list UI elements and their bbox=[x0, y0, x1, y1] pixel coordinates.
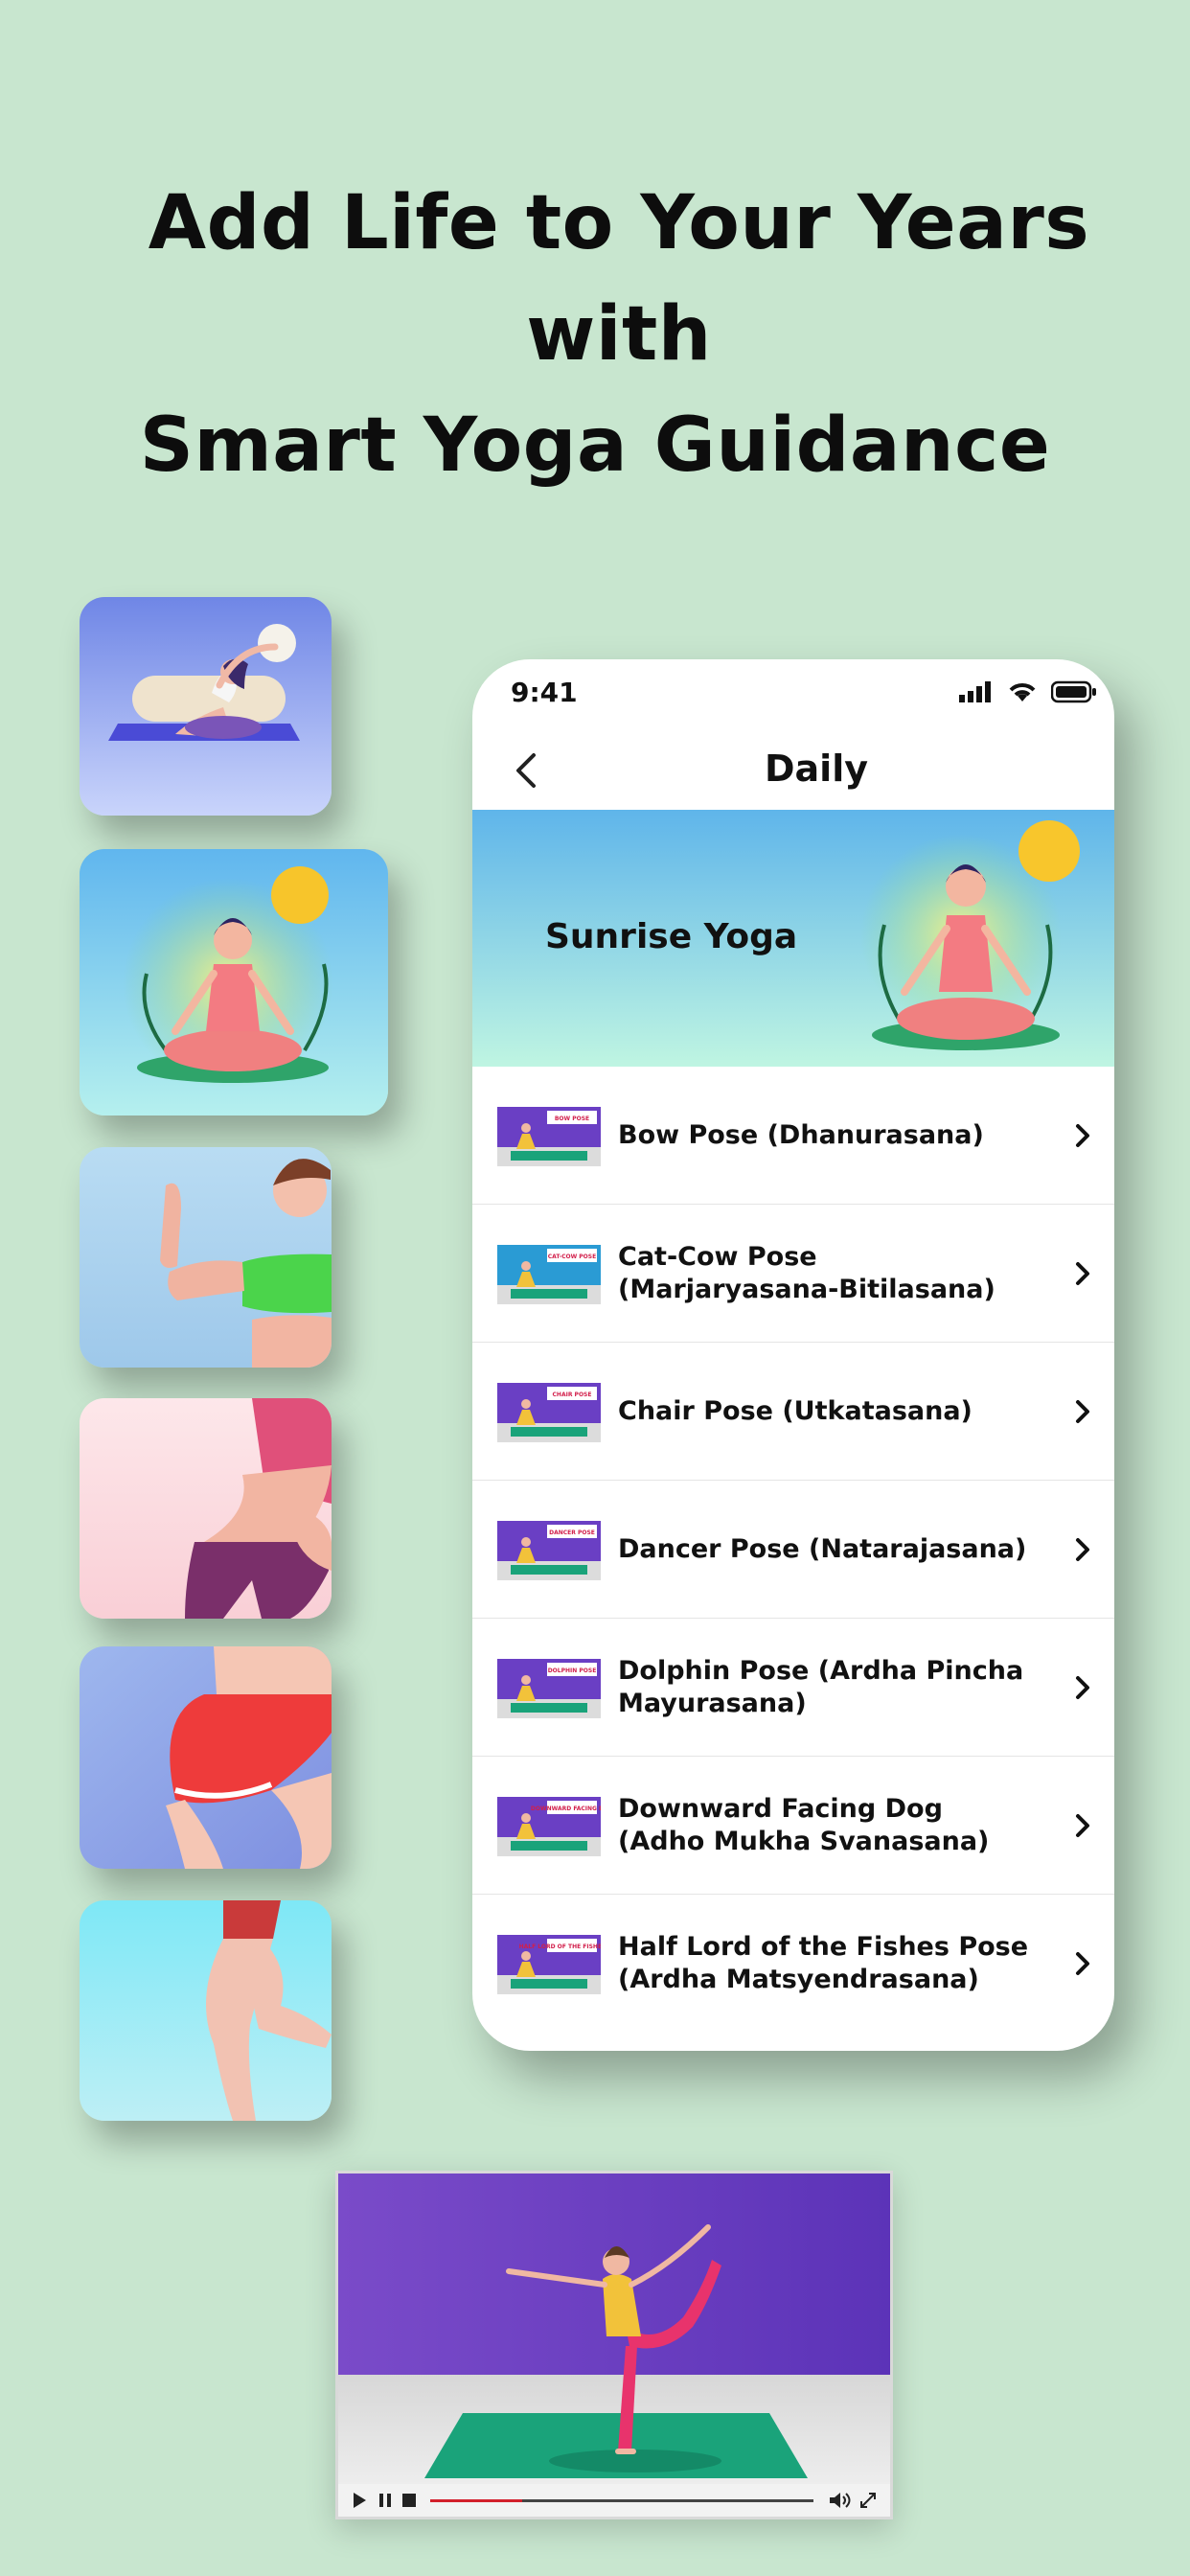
stop-icon[interactable] bbox=[401, 2492, 417, 2509]
status-icons bbox=[959, 680, 1097, 703]
pose-thumbnail: BOW POSE bbox=[497, 1107, 601, 1166]
thumb-leg-workout[interactable] bbox=[80, 1900, 332, 2121]
battery-icon bbox=[1051, 680, 1096, 703]
list-item[interactable]: HALF LORD OF THE FISHES POSE Half Lord of… bbox=[472, 1895, 1114, 2032]
headline-line-2: Smart Yoga Guidance bbox=[139, 402, 1051, 489]
list-item[interactable]: DOWNWARD FACING DOG Downward Facing Dog (… bbox=[472, 1757, 1114, 1895]
pose-thumbnail-caption: DANCER POSE bbox=[549, 1530, 595, 1536]
video-player[interactable] bbox=[335, 2171, 893, 2519]
chevron-right-icon bbox=[1076, 1537, 1089, 1561]
banner-title: Sunrise Yoga bbox=[545, 917, 798, 956]
chevron-right-icon bbox=[1076, 1675, 1089, 1699]
list-item-label: Cat-Cow Pose (Marjaryasana-Bitilasana) bbox=[618, 1241, 995, 1304]
pose-thumbnail: CHAIR POSE bbox=[497, 1383, 601, 1442]
pose-list: BOW POSE Bow Pose (Dhanurasana) CAT-COW PO… bbox=[472, 1067, 1114, 2032]
pose-thumbnail: DOWNWARD FACING DOG bbox=[497, 1797, 601, 1856]
headline: Add Life to Your Years with Smart Yoga G… bbox=[0, 168, 1190, 501]
pose-thumbnail-caption: DOWNWARD FACING DOG bbox=[531, 1806, 601, 1812]
page-title: Daily bbox=[764, 748, 868, 790]
waist-workout-illustration bbox=[80, 1398, 332, 1619]
headline-line-1: Add Life to Your Years with bbox=[148, 180, 1090, 378]
pose-thumbnail: HALF LORD OF THE FISHES POSE bbox=[497, 1935, 601, 1994]
pose-thumbnail: DANCER POSE bbox=[497, 1521, 601, 1580]
chevron-right-icon bbox=[1076, 1813, 1089, 1837]
chevron-right-icon bbox=[1076, 1951, 1089, 1975]
thumb-glute-workout[interactable] bbox=[80, 1646, 332, 1869]
list-item-label: Downward Facing Dog (Adho Mukha Svanasan… bbox=[618, 1793, 990, 1856]
side-stretch-illustration bbox=[80, 597, 332, 816]
volume-icon[interactable] bbox=[829, 2492, 852, 2509]
list-item-label: Dancer Pose (Natarajasana) bbox=[618, 1533, 1027, 1564]
signal-icon bbox=[959, 681, 991, 702]
status-time: 9:41 bbox=[511, 677, 578, 708]
phone-screen: 9:41 Daily Sunrise Yoga BOW POSE Bow Pos… bbox=[472, 659, 1114, 2051]
pose-thumbnail-caption: BOW POSE bbox=[555, 1116, 589, 1122]
list-item-label: Half Lord of the Fishes Pose (Ardha Mats… bbox=[618, 1931, 1029, 1994]
video-controls bbox=[338, 2484, 890, 2517]
pose-thumbnail-caption: CAT-COW POSE bbox=[548, 1254, 596, 1260]
list-item-label: Chair Pose (Utkatasana) bbox=[618, 1395, 973, 1426]
list-item[interactable]: CAT-COW POSE Cat-Cow Pose (Marjaryasana-B… bbox=[472, 1205, 1114, 1343]
leg-workout-illustration bbox=[80, 1900, 332, 2121]
video-progress-track[interactable] bbox=[430, 2499, 813, 2502]
dancer-pose-video-frame bbox=[338, 2174, 890, 2484]
thumb-side-stretch[interactable] bbox=[80, 597, 332, 816]
chevron-right-icon bbox=[1076, 1399, 1089, 1423]
wifi-icon bbox=[1009, 683, 1036, 702]
pause-icon[interactable] bbox=[378, 2492, 392, 2509]
pose-thumbnail-caption: DOLPHIN POSE bbox=[548, 1668, 597, 1674]
list-item-label: Dolphin Pose (Ardha Pincha Mayurasana) bbox=[618, 1655, 1024, 1718]
video-progress-fill bbox=[430, 2499, 522, 2502]
pose-thumbnail-caption: CHAIR POSE bbox=[553, 1392, 592, 1398]
thumb-waist-workout[interactable] bbox=[80, 1398, 332, 1619]
list-item[interactable]: DOLPHIN POSE Dolphin Pose (Ardha Pincha M… bbox=[472, 1619, 1114, 1757]
pose-thumbnail-caption: HALF LORD OF THE FISHES POSE bbox=[519, 1944, 601, 1950]
list-item[interactable]: BOW POSE Bow Pose (Dhanurasana) bbox=[472, 1067, 1114, 1205]
list-item-label: Bow Pose (Dhanurasana) bbox=[618, 1119, 984, 1150]
thumb-arm-workout[interactable] bbox=[80, 1147, 332, 1368]
fullscreen-icon[interactable] bbox=[859, 2492, 877, 2509]
list-item[interactable]: DANCER POSE Dancer Pose (Natarajasana) bbox=[472, 1481, 1114, 1619]
arm-workout-illustration bbox=[80, 1147, 332, 1368]
glute-workout-illustration bbox=[80, 1646, 332, 1869]
pose-thumbnail: DOLPHIN POSE bbox=[497, 1659, 601, 1718]
list-item[interactable]: CHAIR POSE Chair Pose (Utkatasana) bbox=[472, 1343, 1114, 1481]
sunrise-yoga-banner[interactable]: Sunrise Yoga bbox=[472, 810, 1114, 1067]
play-icon[interactable] bbox=[352, 2492, 367, 2509]
chevron-right-icon bbox=[1076, 1123, 1089, 1147]
thumb-meditation[interactable] bbox=[80, 849, 388, 1116]
chevron-right-icon bbox=[1076, 1261, 1089, 1285]
meditation-illustration bbox=[80, 849, 388, 1116]
pose-thumbnail: CAT-COW POSE bbox=[497, 1245, 601, 1304]
